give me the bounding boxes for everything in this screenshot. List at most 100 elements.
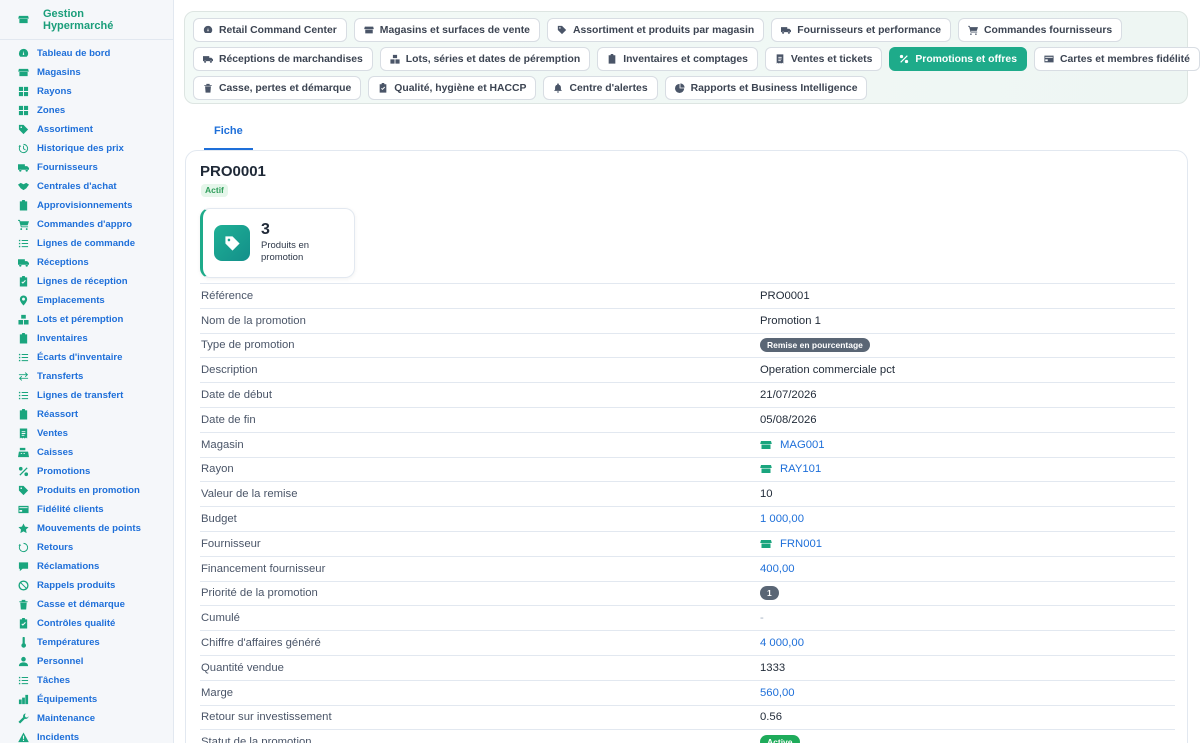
module-tab[interactable]: Inventaires et comptages [597,47,758,71]
module-tab[interactable]: Magasins et surfaces de vente [353,18,540,42]
module-tab[interactable]: Fournisseurs et performance [771,18,952,42]
thermometer-icon [18,637,29,648]
handshake-icon [18,181,29,192]
sidebar-item-label: Contrôles qualité [37,618,116,629]
grid-icon [18,105,29,116]
grid-icon [18,86,29,97]
detail-row: Budget 1 000,00 [200,507,1175,532]
sidebar-item-23[interactable]: Produits en promotion [0,481,173,500]
sidebar-item-8[interactable]: Approvisionnements [0,196,173,215]
sidebar-item-2[interactable]: Rayons [0,82,173,101]
sidebar-item-label: Promotions [37,466,91,477]
sidebar-item-31[interactable]: Températures [0,633,173,652]
sidebar-item-25[interactable]: Mouvements de points [0,519,173,538]
ban-icon [18,580,29,591]
field-label: Fournisseur [201,537,261,550]
sidebar-item-0[interactable]: Tableau de bord [0,44,173,63]
gauge-icon [203,25,213,35]
sidebar-item-32[interactable]: Personnel [0,652,173,671]
sidebar-item-21[interactable]: Caisses [0,443,173,462]
sidebar-item-28[interactable]: Rappels produits [0,576,173,595]
transfer-icon [18,371,29,382]
field-label: Marge [201,686,234,699]
comment-icon [18,561,29,572]
module-tab-label: Qualité, hygiène et HACCP [394,82,527,94]
sidebar-brand[interactable]: Gestion Hypermarché [0,0,173,40]
module-row: Casse, pertes et démarque Qualité, hygièn… [193,76,1179,100]
detail-row: Nom de la promotion Promotion 1 [200,309,1175,334]
sidebar-item-26[interactable]: Retours [0,538,173,557]
star-icon [18,523,29,534]
module-tab[interactable]: Centre d'alertes [543,76,658,100]
sidebar-item-35[interactable]: Maintenance [0,709,173,728]
sidebar-item-5[interactable]: Historique des prix [0,139,173,158]
sidebar-item-9[interactable]: Commandes d'appro [0,215,173,234]
module-tab[interactable]: Réceptions de marchandises [193,47,373,71]
sidebar-item-4[interactable]: Assortiment [0,120,173,139]
module-tab[interactable]: Assortiment et produits par magasin [546,18,765,42]
module-tab[interactable]: Cartes et membres fidélité [1033,47,1200,71]
stat-value: 3 [261,221,270,238]
sidebar-item-29[interactable]: Casse et démarque [0,595,173,614]
module-tab[interactable]: Ventes et tickets [764,47,883,71]
sidebar-item-3[interactable]: Zones [0,101,173,120]
sidebar-item-14[interactable]: Lots et péremption [0,310,173,329]
field-value: Operation commerciale pct [760,364,895,377]
sidebar-item-label: Transferts [37,371,84,382]
module-tab[interactable]: Rapports et Business Intelligence [664,76,868,100]
module-tab[interactable]: Promotions et offres [889,47,1027,71]
sidebar-item-34[interactable]: Équipements [0,690,173,709]
sidebar-item-1[interactable]: Magasins [0,63,173,82]
sidebar-item-label: Mouvements de points [37,523,141,534]
sidebar-item-label: Lots et péremption [37,314,124,325]
sidebar-item-13[interactable]: Emplacements [0,291,173,310]
sidebar-item-11[interactable]: Réceptions [0,253,173,272]
sidebar-item-22[interactable]: Promotions [0,462,173,481]
module-tab[interactable]: Qualité, hygiène et HACCP [368,76,537,100]
field-value-link[interactable]: FRN001 [760,538,1175,550]
sidebar-item-16[interactable]: Écarts d'inventaire [0,348,173,367]
sidebar-item-7[interactable]: Centrales d'achat [0,177,173,196]
record-tabs: Fiche [204,116,253,150]
module-tab[interactable]: Casse, pertes et démarque [193,76,362,100]
stat-card[interactable]: 3 Produits en promotion [200,208,355,278]
sidebar-item-33[interactable]: Tâches [0,671,173,690]
sidebar-item-label: Fidélité clients [37,504,104,515]
field-value-link[interactable]: RAY101 [760,463,1175,475]
cart-icon [18,219,29,230]
sidebar-item-label: Rayons [37,86,72,97]
module-tab[interactable]: Retail Command Center [193,18,347,42]
sidebar-item-15[interactable]: Inventaires [0,329,173,348]
module-tab[interactable]: Commandes fournisseurs [958,18,1123,42]
detail-row: Description Operation commerciale pct [200,358,1175,384]
sidebar-item-19[interactable]: Réassort [0,405,173,424]
detail-row: Statut de la promotion Active [200,730,1175,743]
sidebar-item-30[interactable]: Contrôles qualité [0,614,173,633]
sidebar-item-36[interactable]: Incidents [0,728,173,743]
clipboard-check-icon [18,276,29,287]
sidebar-item-20[interactable]: Ventes [0,424,173,443]
clipboard-icon [607,54,617,64]
sidebar-item-label: Zones [37,105,66,116]
store-icon [760,538,772,550]
sidebar-item-17[interactable]: Transferts [0,367,173,386]
field-value: 1 000,00 [760,513,804,526]
module-tab-label: Centre d'alertes [569,82,648,94]
sidebar-item-27[interactable]: Réclamations [0,557,173,576]
sidebar-item-12[interactable]: Lignes de réception [0,272,173,291]
sidebar: Gestion Hypermarché Tableau de bord Magas… [0,0,174,743]
field-label: Retour sur investissement [201,711,332,724]
tab-fiche[interactable]: Fiche [204,116,253,150]
store-icon [363,25,374,35]
detail-row: Date de fin 05/08/2026 [200,408,1175,433]
field-value-link[interactable]: MAG001 [760,439,1175,451]
module-tab[interactable]: Lots, séries et dates de péremption [379,47,591,71]
dashboard-icon [18,48,29,59]
sidebar-item-6[interactable]: Fournisseurs [0,158,173,177]
cart-icon [968,25,979,35]
sidebar-item-24[interactable]: Fidélité clients [0,500,173,519]
detail-row: Chiffre d'affaires généré 4 000,00 [200,631,1175,656]
module-tab-label: Lots, séries et dates de péremption [405,53,581,65]
sidebar-item-18[interactable]: Lignes de transfert [0,386,173,405]
sidebar-item-10[interactable]: Lignes de commande [0,234,173,253]
